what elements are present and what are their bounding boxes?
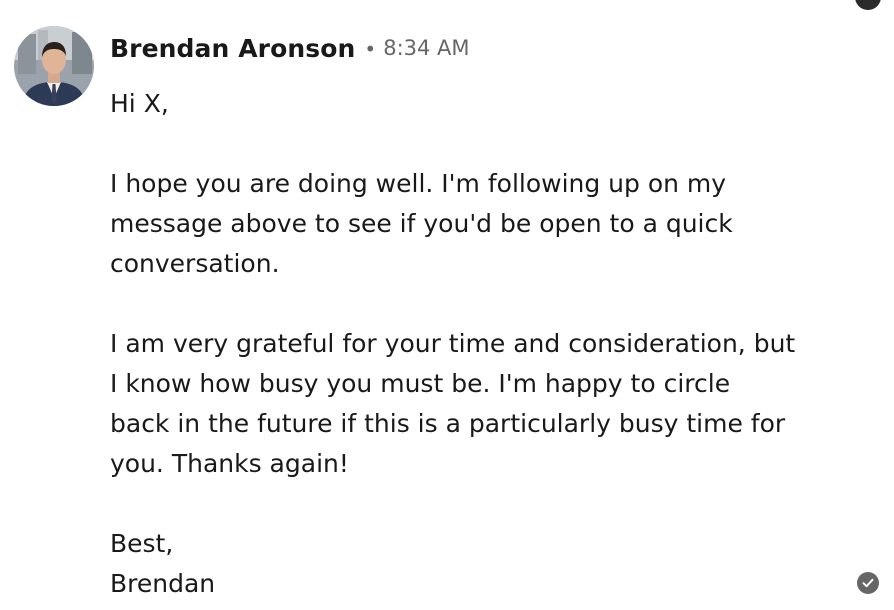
- message-line: I hope you are doing well. I'm following…: [110, 169, 727, 198]
- message-paragraph-2: I am very grateful for your time and con…: [110, 324, 810, 484]
- message-line: I know how busy you must be. I'm happy t…: [110, 369, 731, 398]
- checkmark-glyph: [862, 578, 874, 588]
- message-line: back in the future if this is a particul…: [110, 409, 786, 438]
- more-options-icon[interactable]: [855, 0, 881, 10]
- message-line: conversation.: [110, 249, 280, 278]
- message-line: you. Thanks again!: [110, 449, 349, 478]
- avatar[interactable]: [14, 26, 94, 106]
- message-signature: Brendan: [110, 569, 216, 598]
- message-signoff: Best,: [110, 529, 174, 558]
- check-circle-icon: [857, 572, 879, 594]
- message-timestamp: 8:34 AM: [383, 36, 470, 60]
- message-line: I am very grateful for your time and con…: [110, 329, 796, 358]
- message-greeting: Hi X,: [110, 89, 169, 118]
- separator-dot: •: [364, 37, 377, 61]
- sender-name[interactable]: Brendan Aronson: [110, 34, 355, 63]
- message-header: Brendan Aronson • 8:34 AM: [110, 30, 470, 66]
- message-paragraph-1: I hope you are doing well. I'm following…: [110, 164, 810, 284]
- message-line: message above to see if you'd be open to…: [110, 209, 733, 238]
- message-body: Hi X, I hope you are doing well. I'm fol…: [110, 84, 810, 604]
- avatar-photo: [14, 26, 94, 106]
